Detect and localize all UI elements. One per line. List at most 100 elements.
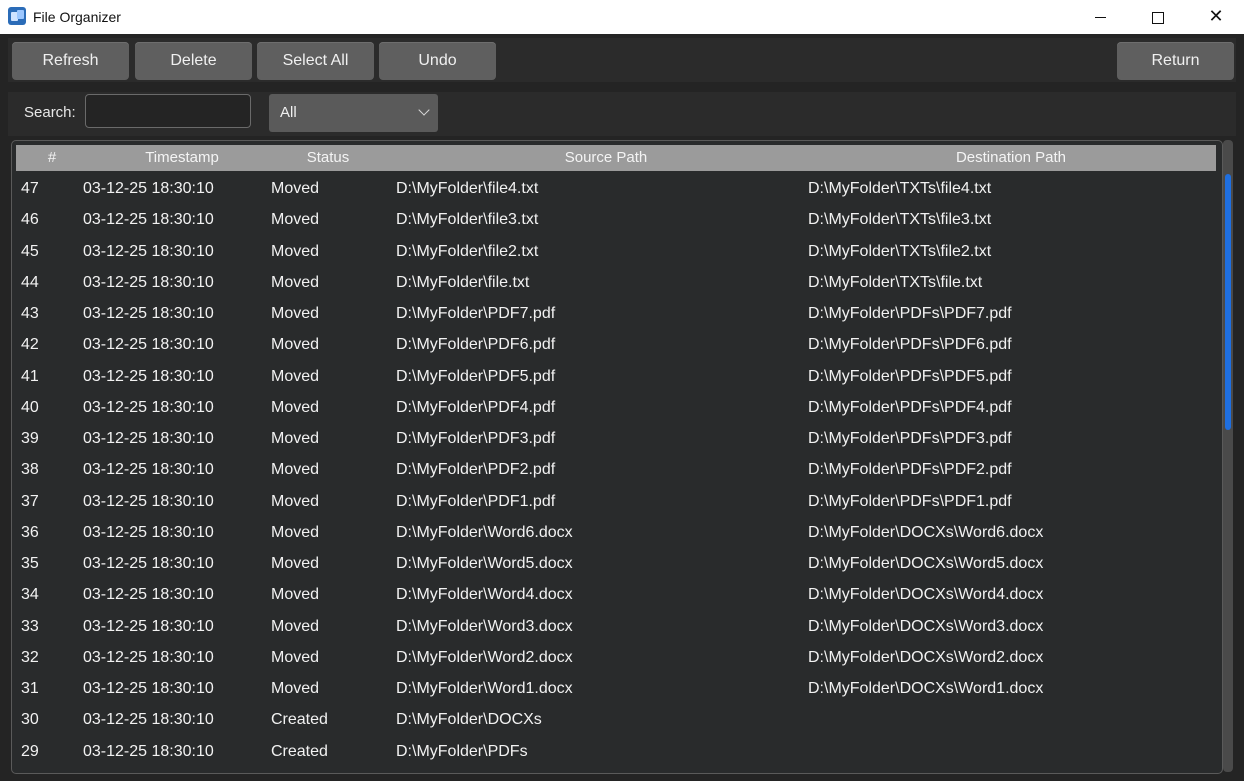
row-number: 47 (21, 180, 39, 197)
row-source-path: D:\MyFolder\file3.txt (396, 211, 539, 229)
row-timestamp: 03-12-25 18:30:10 (83, 523, 214, 541)
return-button[interactable]: Return (1117, 42, 1234, 80)
row-destination-path: D:\MyFolder\TXTs\file2.txt (808, 242, 992, 260)
table-body: 47 03-12-25 18:30:10 Moved D:\MyFolder\file… (12, 173, 1222, 767)
row-timestamp: 03-12-25 18:30:10 (83, 398, 214, 416)
table-row[interactable]: 47 03-12-25 18:30:10 Moved D:\MyFolder\file… (12, 173, 1222, 204)
table-row[interactable]: 45 03-12-25 18:30:10 Moved D:\MyFolder\file… (12, 236, 1222, 267)
row-number: 46 (21, 211, 39, 229)
row-timestamp: 03-12-25 18:30:10 (83, 555, 214, 572)
row-status: Moved (271, 242, 320, 260)
row-timestamp: 03-12-25 18:30:10 (83, 492, 214, 510)
table-row[interactable]: 31 03-12-25 18:30:10 Moved D:\MyFolder\Word… (12, 673, 1222, 704)
row-timestamp: 03-12-25 18:30:10 (83, 211, 214, 229)
row-source-path: D:\MyFolder\Word5.docx (396, 555, 573, 572)
table-row[interactable]: 36 03-12-25 18:30:10 Moved D:\MyFolder\Word… (12, 517, 1222, 548)
table-row[interactable]: 46 03-12-25 18:30:10 Moved D:\MyFolder\file… (12, 204, 1222, 235)
delete-button[interactable]: Delete (135, 42, 252, 80)
close-icon: ✕ (1208, 6, 1224, 27)
search-input[interactable] (85, 94, 251, 128)
table-row[interactable]: 32 03-12-25 18:30:10 Moved D:\MyFolder\Word… (12, 642, 1222, 673)
row-source-path: D:\MyFolder\Word1.docx (396, 680, 573, 697)
row-timestamp: 03-12-25 18:30:10 (83, 680, 214, 697)
row-status: Moved (271, 430, 320, 447)
window-title: File Organizer (33, 9, 121, 25)
table-row[interactable]: 43 03-12-25 18:30:10 Moved D:\MyFolder\PDF7… (12, 298, 1222, 329)
row-source-path: D:\MyFolder\DOCXs (396, 711, 542, 729)
row-number: 32 (21, 648, 39, 666)
row-source-path: D:\MyFolder\PDFs (396, 742, 528, 760)
column-header-timestamp[interactable]: Timestamp (112, 145, 252, 171)
row-source-path: D:\MyFolder\file2.txt (396, 242, 539, 260)
refresh-button[interactable]: Refresh (12, 42, 129, 80)
row-number: 43 (21, 305, 39, 322)
row-status: Moved (271, 648, 320, 666)
maximize-icon (1152, 11, 1164, 24)
table-row[interactable]: 34 03-12-25 18:30:10 Moved D:\MyFolder\Word… (12, 579, 1222, 610)
row-source-path: D:\MyFolder\Word3.docx (396, 617, 573, 635)
row-destination-path: D:\MyFolder\TXTs\file.txt (808, 273, 983, 291)
row-status: Moved (271, 305, 320, 322)
table-row[interactable]: 30 03-12-25 18:30:10 Created D:\MyFolder\DO… (12, 704, 1222, 735)
row-destination-path: D:\MyFolder\PDFs\PDF5.pdf (808, 367, 1012, 385)
row-source-path: D:\MyFolder\file4.txt (396, 180, 539, 197)
undo-button[interactable]: Undo (379, 42, 496, 80)
row-destination-path: D:\MyFolder\PDFs\PDF7.pdf (808, 305, 1012, 322)
table-header: # Timestamp Status Source Path Destinati… (16, 145, 1216, 171)
table-row[interactable]: 29 03-12-25 18:30:10 Created D:\MyFolder\PD… (12, 736, 1222, 767)
row-source-path: D:\MyFolder\PDF7.pdf (396, 305, 556, 322)
row-status: Moved (271, 367, 320, 385)
column-header-status[interactable]: Status (278, 145, 378, 171)
minimize-button[interactable] (1071, 0, 1129, 34)
row-timestamp: 03-12-25 18:30:10 (83, 461, 214, 479)
row-destination-path: D:\MyFolder\PDFs\PDF2.pdf (808, 461, 1012, 479)
row-status: Created (271, 711, 328, 729)
select-all-button[interactable]: Select All (257, 42, 374, 80)
row-destination-path: D:\MyFolder\DOCXs\Word3.docx (808, 617, 1044, 635)
table-row[interactable]: 40 03-12-25 18:30:10 Moved D:\MyFolder\PDF4… (12, 392, 1222, 423)
app-icon (8, 7, 26, 25)
row-source-path: D:\MyFolder\PDF3.pdf (396, 430, 556, 447)
row-status: Created (271, 742, 328, 760)
row-status: Moved (271, 180, 320, 197)
table-row[interactable]: 37 03-12-25 18:30:10 Moved D:\MyFolder\PDF1… (12, 486, 1222, 517)
row-timestamp: 03-12-25 18:30:10 (83, 648, 214, 666)
table-row[interactable]: 39 03-12-25 18:30:10 Moved D:\MyFolder\PDF3… (12, 423, 1222, 454)
row-number: 38 (21, 461, 39, 479)
row-source-path: D:\MyFolder\PDF4.pdf (396, 398, 556, 416)
row-status: Moved (271, 617, 320, 635)
minimize-icon (1094, 17, 1106, 18)
row-number: 41 (21, 367, 39, 385)
row-status: Moved (271, 680, 320, 697)
row-status: Moved (271, 211, 320, 229)
column-header-destination-path[interactable]: Destination Path (911, 145, 1111, 171)
vertical-scrollbar[interactable] (1223, 140, 1233, 772)
table-row[interactable]: 33 03-12-25 18:30:10 Moved D:\MyFolder\Word… (12, 611, 1222, 642)
table-row[interactable]: 42 03-12-25 18:30:10 Moved D:\MyFolder\PDF6… (12, 329, 1222, 360)
row-timestamp: 03-12-25 18:30:10 (83, 180, 214, 197)
row-number: 37 (21, 492, 39, 510)
row-number: 33 (21, 617, 39, 635)
row-status: Moved (271, 586, 320, 604)
row-timestamp: 03-12-25 18:30:10 (83, 742, 214, 760)
row-timestamp: 03-12-25 18:30:10 (83, 242, 214, 260)
row-number: 39 (21, 430, 39, 447)
table-row[interactable]: 35 03-12-25 18:30:10 Moved D:\MyFolder\Word… (12, 548, 1222, 579)
row-source-path: D:\MyFolder\Word4.docx (396, 586, 573, 604)
table-row[interactable]: 44 03-12-25 18:30:10 Moved D:\MyFolder\file… (12, 267, 1222, 298)
scrollbar-thumb[interactable] (1225, 174, 1231, 430)
maximize-button[interactable] (1129, 0, 1187, 34)
column-header-number[interactable]: # (32, 145, 72, 171)
status-filter-dropdown[interactable]: All (269, 94, 438, 132)
row-source-path: D:\MyFolder\PDF2.pdf (396, 461, 556, 479)
row-timestamp: 03-12-25 18:30:10 (83, 367, 214, 385)
row-destination-path: D:\MyFolder\DOCXs\Word4.docx (808, 586, 1044, 604)
close-button[interactable]: ✕ (1187, 0, 1244, 34)
row-number: 34 (21, 586, 39, 604)
row-number: 42 (21, 336, 39, 354)
table-row[interactable]: 38 03-12-25 18:30:10 Moved D:\MyFolder\PDF2… (12, 454, 1222, 485)
table-row[interactable]: 41 03-12-25 18:30:10 Moved D:\MyFolder\PDF5… (12, 361, 1222, 392)
column-header-source-path[interactable]: Source Path (506, 145, 706, 171)
search-label: Search: (24, 104, 76, 121)
row-status: Moved (271, 492, 320, 510)
